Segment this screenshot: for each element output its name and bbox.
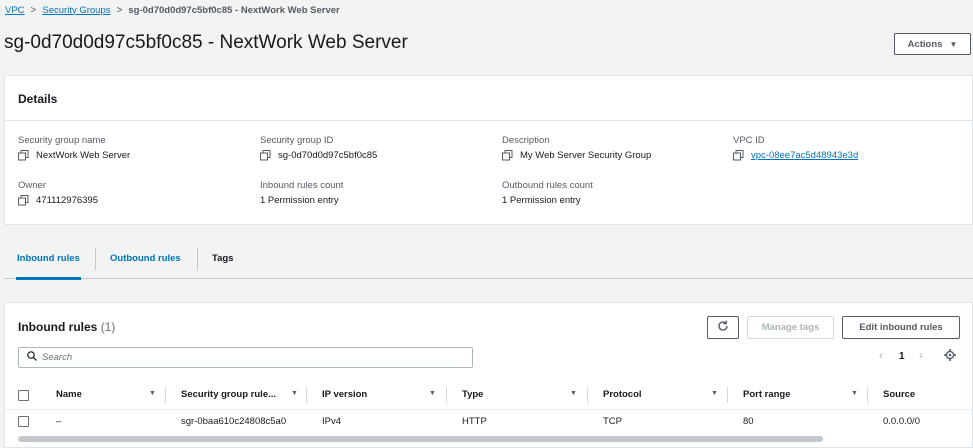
field-value: 1 Permission entry: [502, 195, 581, 206]
field-description: Description My Web Server Security Group: [502, 135, 651, 161]
field-label: Security group name: [18, 135, 106, 146]
tab-outbound-rules[interactable]: Outbound rules: [110, 253, 181, 264]
inbound-rules-panel: Inbound rules (1) Manage tags Edit inbou…: [4, 302, 973, 448]
sort-caret-icon[interactable]: ▼: [149, 390, 156, 397]
field-security-group-name: Security group name NextWork Web Server: [18, 135, 130, 161]
column-divider[interactable]: [306, 387, 307, 403]
breadcrumb-current: sg-0d70d0d97c5bf0c85 - NextWork Web Serv…: [128, 4, 340, 16]
select-all-checkbox[interactable]: [18, 390, 29, 401]
details-panel: Details Security group name NextWork Web…: [4, 75, 973, 225]
vpc-id-link[interactable]: vpc-08ee7ac5d48943e3d: [751, 150, 858, 161]
settings-gear-icon[interactable]: [944, 349, 956, 364]
edit-inbound-rules-button[interactable]: Edit inbound rules: [842, 316, 960, 339]
row-checkbox[interactable]: [18, 416, 29, 427]
horizontal-scrollbar[interactable]: [18, 436, 823, 442]
field-value: 1 Permission entry: [260, 195, 339, 206]
page-title: sg-0d70d0d97c5bf0c85 - NextWork Web Serv…: [4, 32, 408, 53]
inbound-rules-count: (1): [100, 320, 116, 334]
chevron-right-icon[interactable]: ›: [919, 348, 923, 362]
column-divider[interactable]: [867, 387, 868, 403]
breadcrumb-separator: >: [30, 4, 37, 16]
field-label: Outbound rules count: [502, 180, 593, 191]
cell-source: 0.0.0.0/0: [883, 416, 920, 427]
refresh-icon: [717, 320, 729, 335]
cell-protocol: TCP: [603, 416, 622, 427]
search-icon: [27, 351, 37, 364]
breadcrumb-security-groups-link[interactable]: Security Groups: [42, 5, 110, 16]
sort-caret-icon[interactable]: ▼: [851, 390, 858, 397]
column-divider[interactable]: [165, 387, 166, 403]
page-number[interactable]: 1: [899, 351, 905, 362]
field-outbound-rules-count: Outbound rules count 1 Permission entry: [502, 180, 593, 206]
breadcrumb: VPC > Security Groups > sg-0d70d0d97c5bf…: [5, 3, 340, 17]
breadcrumb-separator: >: [116, 4, 123, 16]
copy-icon[interactable]: [260, 150, 271, 161]
column-header-source[interactable]: Source: [883, 389, 915, 400]
table-row-divider: [5, 409, 972, 410]
copy-icon[interactable]: [502, 150, 513, 161]
chevron-left-icon[interactable]: ‹: [879, 348, 883, 362]
tab-active-indicator: [16, 277, 81, 280]
tab-bar: Inbound rules Outbound rules Tags: [4, 240, 973, 280]
field-label: VPC ID: [733, 135, 765, 146]
cell-type: HTTP: [462, 416, 487, 427]
column-divider[interactable]: [727, 387, 728, 403]
details-header: Details: [5, 76, 972, 121]
field-value: sg-0d70d0d97c5bf0c85: [278, 150, 378, 161]
field-owner: Owner 471112976395: [18, 180, 98, 206]
search-input[interactable]: [42, 352, 462, 363]
field-label: Security group ID: [260, 135, 334, 146]
field-security-group-id: Security group ID sg-0d70d0d97c5bf0c85: [260, 135, 377, 161]
column-header-protocol[interactable]: Protocol: [603, 389, 642, 400]
cell-ip-version: IPv4: [322, 416, 342, 427]
cell-name: –: [56, 416, 62, 427]
column-header-ip-version[interactable]: IP version: [322, 389, 367, 400]
tab-divider: [197, 248, 198, 270]
copy-icon[interactable]: [18, 195, 29, 206]
column-divider[interactable]: [446, 387, 447, 403]
copy-icon[interactable]: [733, 150, 744, 161]
breadcrumb-vpc-link[interactable]: VPC: [5, 5, 25, 16]
field-vpc-id: VPC ID vpc-08ee7ac5d48943e3d: [733, 135, 858, 161]
tab-tags[interactable]: Tags: [212, 253, 233, 264]
search-field[interactable]: [18, 347, 473, 368]
sort-caret-icon[interactable]: ▼: [429, 390, 436, 397]
column-divider[interactable]: [587, 387, 588, 403]
field-value: 471112976395: [36, 195, 98, 206]
inbound-rules-heading: Inbound rules: [18, 320, 98, 334]
field-label: Description: [502, 135, 550, 146]
cell-port-range: 80: [743, 416, 754, 427]
tab-label: Tags: [212, 253, 234, 264]
field-label: Owner: [18, 180, 46, 191]
actions-button[interactable]: Actions ▼: [894, 33, 971, 55]
sort-caret-icon[interactable]: ▼: [570, 390, 577, 397]
column-header-rule-id[interactable]: Security group rule...: [181, 389, 276, 400]
field-inbound-rules-count: Inbound rules count 1 Permission entry: [260, 180, 343, 206]
actions-button-label: Actions: [907, 38, 943, 50]
manage-tags-button[interactable]: Manage tags: [747, 316, 834, 339]
refresh-button[interactable]: [707, 316, 739, 339]
manage-tags-label: Manage tags: [761, 322, 820, 333]
edit-inbound-rules-label: Edit inbound rules: [859, 322, 943, 333]
column-header-port-range[interactable]: Port range: [743, 389, 791, 400]
tab-inbound-rules[interactable]: Inbound rules: [16, 253, 81, 280]
cell-rule-id: sgr-0baa610c24808c5a0: [181, 416, 287, 427]
caret-down-icon: ▼: [949, 39, 958, 49]
sort-caret-icon[interactable]: ▼: [711, 390, 718, 397]
tab-label: Inbound rules: [17, 253, 80, 264]
column-header-type[interactable]: Type: [462, 389, 483, 400]
tab-label: Outbound rules: [110, 253, 181, 264]
details-title: Details: [18, 92, 58, 106]
inbound-rules-title: Inbound rules (1): [18, 320, 115, 334]
sort-caret-icon[interactable]: ▼: [291, 390, 298, 397]
field-label: Inbound rules count: [260, 180, 344, 191]
field-value: NextWork Web Server: [36, 150, 131, 161]
column-header-name[interactable]: Name: [56, 389, 82, 400]
copy-icon[interactable]: [18, 150, 29, 161]
field-value: My Web Server Security Group: [520, 150, 652, 161]
tab-divider: [95, 248, 96, 270]
